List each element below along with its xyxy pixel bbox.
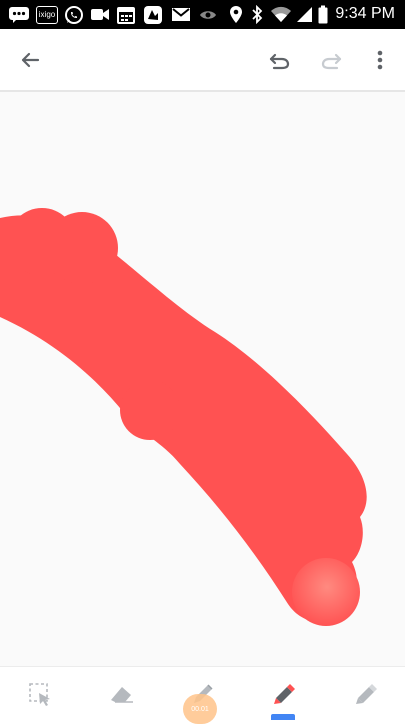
active-tool-indicator — [271, 714, 295, 720]
app-bar — [0, 29, 405, 92]
status-time: 9:34 PM — [335, 5, 395, 22]
ink-layer — [0, 208, 367, 626]
location-icon — [230, 6, 242, 23]
gmail-icon — [172, 8, 190, 21]
eye-icon — [200, 11, 216, 19]
lasso-select-icon[interactable] — [25, 679, 55, 709]
red-ink-stroke — [0, 208, 367, 626]
ixigo-app-icon: ixigo — [36, 6, 58, 24]
drawing-canvas[interactable] — [0, 92, 405, 666]
marker-icon[interactable] — [268, 679, 298, 709]
stroke-size-label: 00.01 — [191, 706, 209, 713]
highlighter-icon[interactable] — [350, 679, 380, 709]
undo-icon[interactable] — [265, 46, 293, 74]
battery-icon — [318, 5, 328, 24]
messages-icon — [9, 7, 29, 23]
status-bar: ixigo 9:34 PM — [0, 0, 405, 29]
photo-app-icon — [144, 6, 162, 24]
more-vertical-icon[interactable] — [366, 46, 394, 74]
video-camera-icon — [91, 9, 109, 20]
redo-icon[interactable] — [318, 46, 346, 74]
bluetooth-icon — [252, 5, 263, 24]
back-arrow-icon[interactable] — [17, 46, 45, 74]
calendar-icon — [117, 7, 135, 24]
signal-icon — [297, 7, 312, 22]
eraser-icon[interactable] — [106, 679, 136, 709]
wifi-icon — [271, 6, 291, 22]
whatsapp-icon — [65, 6, 83, 24]
